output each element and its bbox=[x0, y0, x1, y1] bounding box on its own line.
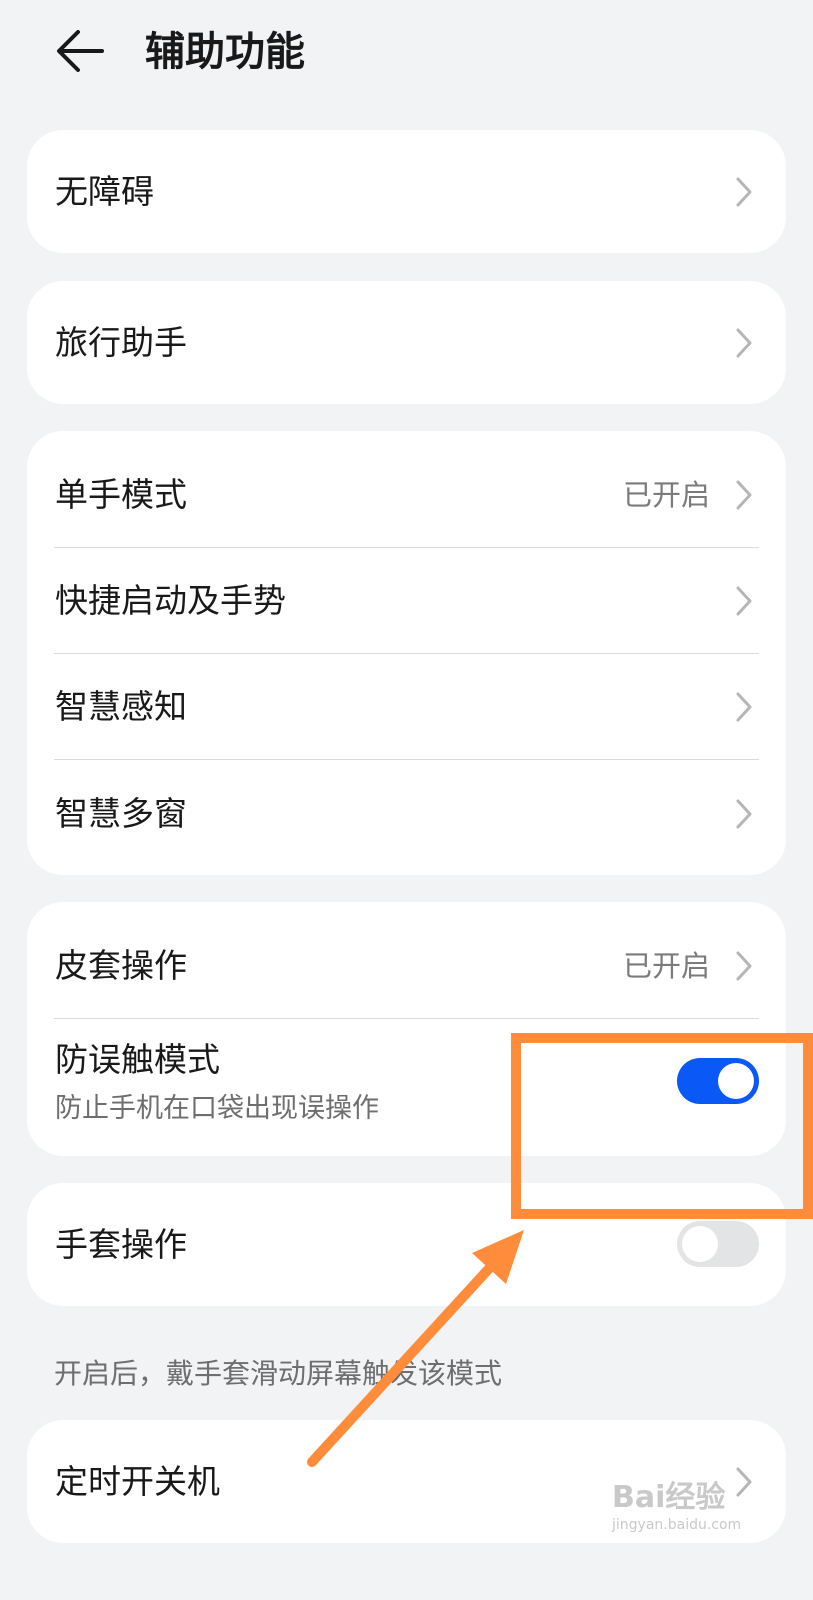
list-item-label: 单手模式 bbox=[55, 475, 187, 514]
arrow-left-icon[interactable] bbox=[56, 28, 106, 74]
list-item-label: 无障碍 bbox=[55, 172, 154, 211]
list-item-accessibility[interactable]: 无障碍 bbox=[27, 130, 786, 253]
glove-operation-toggle[interactable] bbox=[677, 1221, 759, 1267]
chevron-right-icon bbox=[736, 692, 752, 722]
list-item-label: 旅行助手 bbox=[55, 323, 187, 362]
watermark-url: jingyan.baidu.com bbox=[612, 1517, 742, 1533]
list-item-label: 智慧感知 bbox=[55, 687, 187, 726]
list-item-one-hand-mode[interactable]: 单手模式 已开启 bbox=[27, 431, 786, 547]
list-item-label: 定时开关机 bbox=[55, 1462, 220, 1501]
list-item-multi-window[interactable]: 智慧多窗 bbox=[27, 759, 786, 875]
list-item-pocket-mode: 防误触模式 防止手机在口袋出现误操作 bbox=[27, 1018, 786, 1156]
header: 辅助功能 bbox=[0, 0, 813, 110]
card-cover-pocket: 皮套操作 已开启 防误触模式 防止手机在口袋出现误操作 bbox=[27, 902, 786, 1156]
page-title: 辅助功能 bbox=[145, 29, 305, 75]
list-item-label: 防误触模式 bbox=[55, 1040, 220, 1079]
chevron-right-icon bbox=[736, 586, 752, 616]
pocket-mode-toggle[interactable] bbox=[677, 1058, 759, 1104]
list-item-label: 智慧多窗 bbox=[55, 794, 187, 833]
list-item-subtitle: 防止手机在口袋出现误操作 bbox=[55, 1093, 379, 1124]
list-item-cover-operation[interactable]: 皮套操作 已开启 bbox=[27, 902, 786, 1018]
chevron-right-icon bbox=[736, 480, 752, 510]
card-travel-assistant: 旅行助手 bbox=[27, 281, 786, 404]
chevron-right-icon bbox=[736, 951, 752, 981]
glove-note: 开启后，戴手套滑动屏幕触发该模式 bbox=[54, 1357, 503, 1390]
card-accessibility: 无障碍 bbox=[27, 130, 786, 253]
list-item-travel-assistant[interactable]: 旅行助手 bbox=[27, 281, 786, 404]
card-glove: 手套操作 bbox=[27, 1183, 786, 1306]
list-item-smart-perception[interactable]: 智慧感知 bbox=[27, 653, 786, 759]
toggle-knob bbox=[718, 1063, 754, 1099]
chevron-right-icon bbox=[736, 177, 752, 207]
watermark: Bai经验 jingyan.baidu.com bbox=[612, 1480, 741, 1534]
list-item-label: 皮套操作 bbox=[55, 946, 187, 985]
list-item-glove-operation: 手套操作 bbox=[27, 1183, 786, 1306]
list-item-shortcuts-gestures[interactable]: 快捷启动及手势 bbox=[27, 547, 786, 653]
list-item-label: 快捷启动及手势 bbox=[55, 581, 286, 620]
toggle-knob bbox=[682, 1226, 718, 1262]
chevron-right-icon bbox=[736, 799, 752, 829]
card-interaction: 单手模式 已开启 快捷启动及手势 智慧感知 智慧多窗 bbox=[27, 431, 786, 875]
watermark-logo: Bai经验 bbox=[612, 1480, 726, 1515]
status-value: 已开启 bbox=[622, 478, 710, 512]
status-value: 已开启 bbox=[622, 949, 710, 983]
list-item-label: 手套操作 bbox=[55, 1225, 187, 1264]
chevron-right-icon bbox=[736, 328, 752, 358]
